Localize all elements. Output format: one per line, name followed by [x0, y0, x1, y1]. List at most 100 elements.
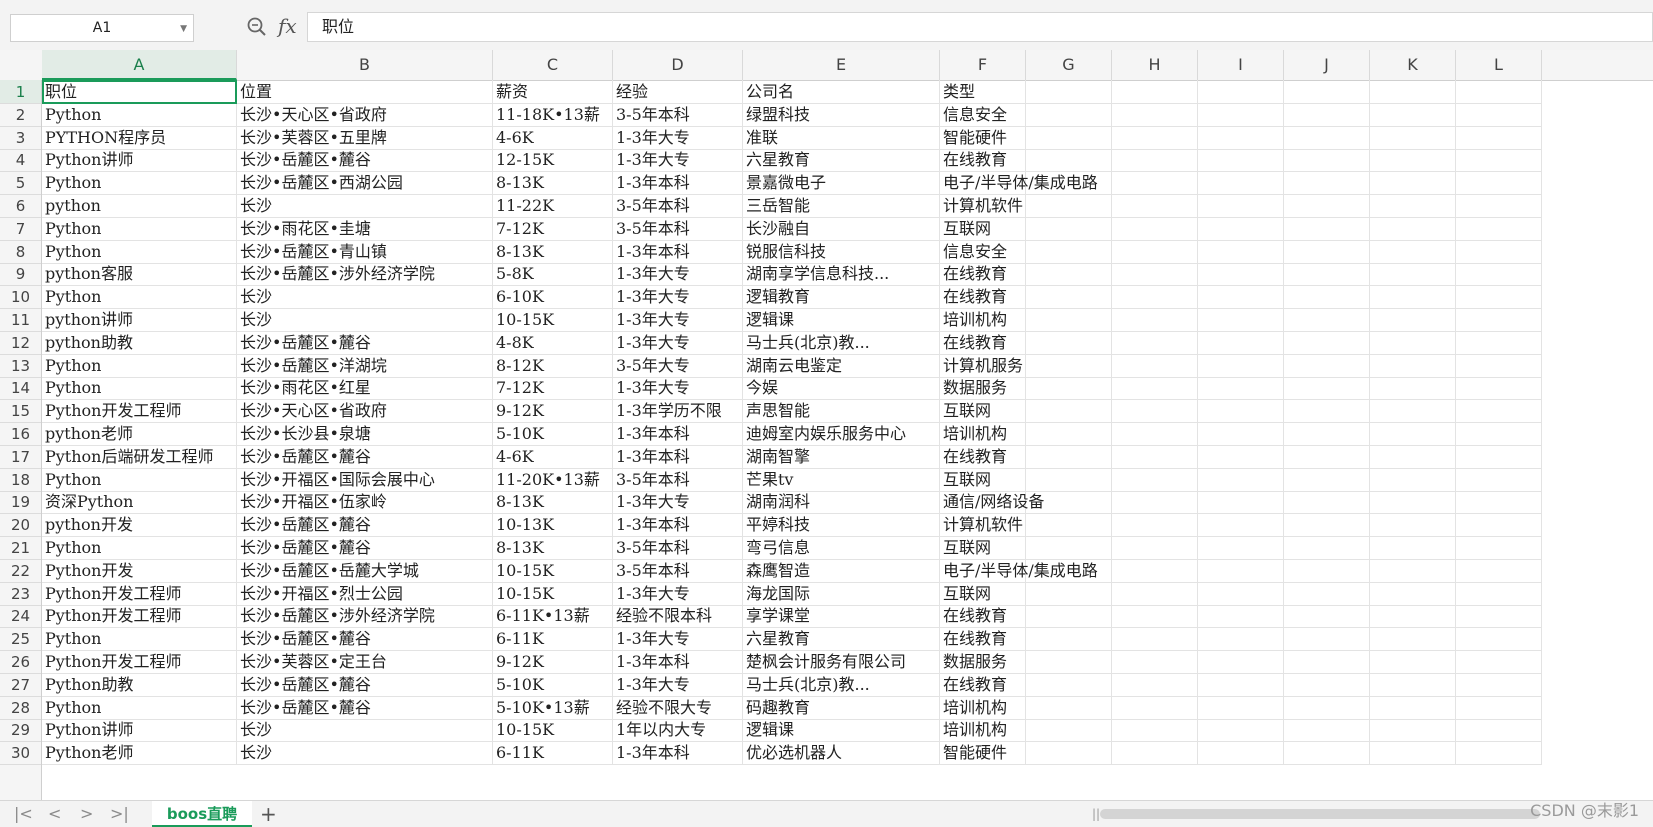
- cell-b11[interactable]: 长沙: [237, 308, 493, 332]
- cell-j24[interactable]: [1284, 604, 1370, 628]
- cell-f8[interactable]: 信息安全: [940, 240, 1026, 264]
- cell-k27[interactable]: [1370, 673, 1456, 697]
- cell-g12[interactable]: [1026, 331, 1112, 355]
- row-header-21[interactable]: 21: [0, 536, 41, 560]
- cell-i5[interactable]: [1198, 171, 1284, 195]
- cell-e4[interactable]: 六星教育: [743, 148, 940, 172]
- cell-i10[interactable]: [1198, 285, 1284, 309]
- cell-b25[interactable]: 长沙•岳麓区•麓谷: [237, 627, 493, 651]
- cell-i21[interactable]: [1198, 536, 1284, 560]
- cell-b24[interactable]: 长沙•岳麓区•涉外经济学院: [237, 604, 493, 628]
- add-sheet-icon[interactable]: +: [260, 802, 277, 826]
- cell-d18[interactable]: 3-5年本科: [613, 468, 743, 492]
- cell-h19[interactable]: [1112, 490, 1198, 514]
- cell-b19[interactable]: 长沙•开福区•伍家岭: [237, 490, 493, 514]
- cell-l1[interactable]: [1456, 80, 1542, 104]
- cell-d29[interactable]: 1年以内大专: [613, 718, 743, 742]
- cell-c16[interactable]: 5-10K: [493, 422, 613, 446]
- cell-f29[interactable]: 培训机构: [940, 718, 1026, 742]
- cell-l19[interactable]: [1456, 490, 1542, 514]
- cell-e28[interactable]: 码趣教育: [743, 696, 940, 720]
- cell-l21[interactable]: [1456, 536, 1542, 560]
- cell-e23[interactable]: 海龙国际: [743, 582, 940, 606]
- cell-j1[interactable]: [1284, 80, 1370, 104]
- cell-l4[interactable]: [1456, 148, 1542, 172]
- cell-c17[interactable]: 4-6K: [493, 445, 613, 469]
- cell-g9[interactable]: [1026, 262, 1112, 286]
- cell-f4[interactable]: 在线教育: [940, 148, 1026, 172]
- cell-k5[interactable]: [1370, 171, 1456, 195]
- cell-e5[interactable]: 景嘉微电子: [743, 171, 940, 195]
- cell-j9[interactable]: [1284, 262, 1370, 286]
- row-header-30[interactable]: 30: [0, 741, 41, 765]
- cell-b4[interactable]: 长沙•岳麓区•麓谷: [237, 148, 493, 172]
- cell-c19[interactable]: 8-13K: [493, 490, 613, 514]
- cell-f14[interactable]: 数据服务: [940, 376, 1026, 400]
- cell-a19[interactable]: 资深Python: [42, 490, 237, 514]
- cell-h18[interactable]: [1112, 468, 1198, 492]
- cell-g3[interactable]: [1026, 126, 1112, 150]
- cell-k16[interactable]: [1370, 422, 1456, 446]
- cell-d23[interactable]: 1-3年大专: [613, 582, 743, 606]
- cell-d9[interactable]: 1-3年大专: [613, 262, 743, 286]
- cell-l20[interactable]: [1456, 513, 1542, 537]
- cell-c13[interactable]: 8-12K: [493, 354, 613, 378]
- cell-h3[interactable]: [1112, 126, 1198, 150]
- cell-a15[interactable]: Python开发工程师: [42, 399, 237, 423]
- cell-c9[interactable]: 5-8K: [493, 262, 613, 286]
- column-header-c[interactable]: C: [493, 50, 613, 80]
- cell-j13[interactable]: [1284, 354, 1370, 378]
- sheet-tab[interactable]: boos直聘: [152, 801, 252, 827]
- cell-d22[interactable]: 3-5年本科: [613, 559, 743, 583]
- cell-j3[interactable]: [1284, 126, 1370, 150]
- cell-l13[interactable]: [1456, 354, 1542, 378]
- cell-h7[interactable]: [1112, 217, 1198, 241]
- zoom-icon[interactable]: [246, 16, 268, 38]
- cell-l26[interactable]: [1456, 650, 1542, 674]
- cell-f27[interactable]: 在线教育: [940, 673, 1026, 697]
- cell-i27[interactable]: [1198, 673, 1284, 697]
- cell-g5[interactable]: [1026, 171, 1112, 195]
- cell-f13[interactable]: 计算机服务: [940, 354, 1026, 378]
- cell-b7[interactable]: 长沙•雨花区•圭塘: [237, 217, 493, 241]
- row-header-14[interactable]: 14: [0, 376, 41, 400]
- cell-l30[interactable]: [1456, 741, 1542, 765]
- cell-d6[interactable]: 3-5年本科: [613, 194, 743, 218]
- cell-j10[interactable]: [1284, 285, 1370, 309]
- cell-h17[interactable]: [1112, 445, 1198, 469]
- cell-g15[interactable]: [1026, 399, 1112, 423]
- cell-f3[interactable]: 智能硬件: [940, 126, 1026, 150]
- cell-g21[interactable]: [1026, 536, 1112, 560]
- cell-c25[interactable]: 6-11K: [493, 627, 613, 651]
- cell-d5[interactable]: 1-3年本科: [613, 171, 743, 195]
- cell-e9[interactable]: 湖南享学信息科技...: [743, 262, 940, 286]
- cell-g11[interactable]: [1026, 308, 1112, 332]
- cell-l17[interactable]: [1456, 445, 1542, 469]
- cell-e30[interactable]: 优必选机器人: [743, 741, 940, 765]
- cell-i28[interactable]: [1198, 696, 1284, 720]
- cell-d21[interactable]: 3-5年本科: [613, 536, 743, 560]
- cell-d14[interactable]: 1-3年大专: [613, 376, 743, 400]
- row-header-23[interactable]: 23: [0, 582, 41, 606]
- cell-d25[interactable]: 1-3年大专: [613, 627, 743, 651]
- cell-i29[interactable]: [1198, 718, 1284, 742]
- last-sheet-icon[interactable]: >|: [110, 804, 129, 823]
- cell-e19[interactable]: 湖南润科: [743, 490, 940, 514]
- cell-c3[interactable]: 4-6K: [493, 126, 613, 150]
- cell-j19[interactable]: [1284, 490, 1370, 514]
- cell-k19[interactable]: [1370, 490, 1456, 514]
- cell-i14[interactable]: [1198, 376, 1284, 400]
- prev-sheet-icon[interactable]: <: [48, 804, 61, 823]
- cell-i7[interactable]: [1198, 217, 1284, 241]
- cell-e7[interactable]: 长沙融自: [743, 217, 940, 241]
- next-sheet-icon[interactable]: >: [80, 804, 93, 823]
- cell-c7[interactable]: 7-12K: [493, 217, 613, 241]
- cell-j12[interactable]: [1284, 331, 1370, 355]
- cell-e12[interactable]: 马士兵(北京)教...: [743, 331, 940, 355]
- split-handle-icon[interactable]: ||: [1092, 807, 1100, 821]
- cell-i30[interactable]: [1198, 741, 1284, 765]
- cell-a3[interactable]: PYTHON程序员: [42, 126, 237, 150]
- cell-d7[interactable]: 3-5年本科: [613, 217, 743, 241]
- cell-h27[interactable]: [1112, 673, 1198, 697]
- cell-l25[interactable]: [1456, 627, 1542, 651]
